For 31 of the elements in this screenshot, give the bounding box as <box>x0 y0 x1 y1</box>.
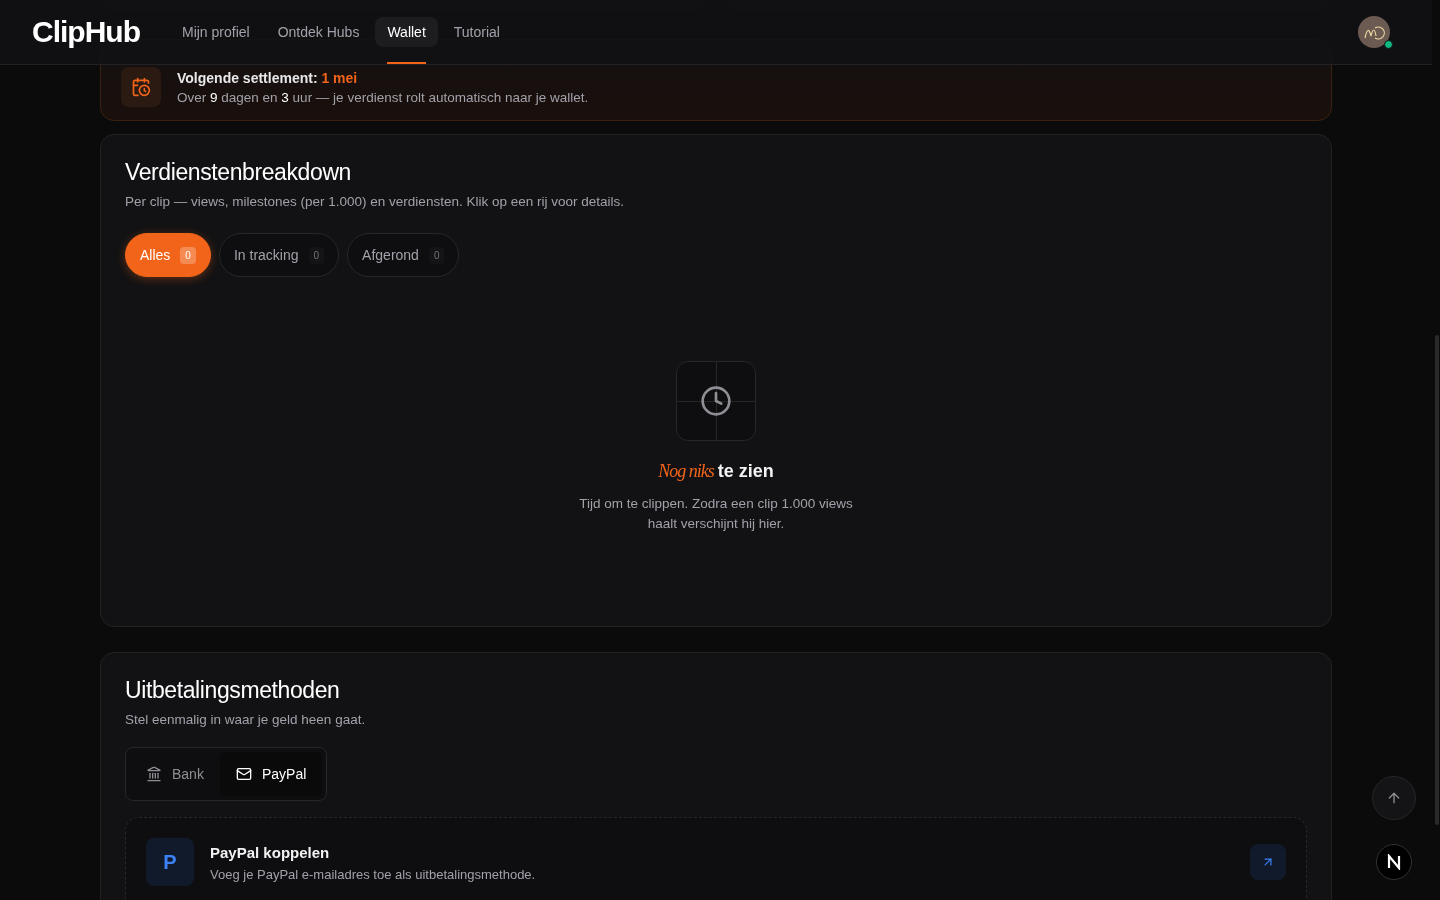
method-tab[interactable]: PayPal <box>219 752 323 796</box>
nav-tab[interactable]: Mijn profiel <box>170 17 262 47</box>
scroll-top-button[interactable] <box>1372 776 1416 820</box>
logo[interactable]: ClipHub <box>32 15 140 49</box>
filter-pill[interactable]: In tracking 0 <box>218 233 340 277</box>
calendar-clock-icon <box>121 67 161 107</box>
n-logo-icon <box>1386 854 1402 870</box>
empty-text: Tijd om te clippen. Zodra een clip 1.000 views haalt verschijnt hij hier. <box>578 495 854 533</box>
open-button[interactable] <box>1250 844 1286 880</box>
settlement-text: Over 9 dagen en 3 uur — je verdienst rolt automatisch naar je wallet. <box>177 89 589 105</box>
dev-tools-button[interactable] <box>1376 844 1412 880</box>
nav-tab[interactable]: Wallet <box>375 17 438 47</box>
empty-title: Nog niks te zien <box>658 461 774 482</box>
scrollbar-thumb[interactable] <box>1435 335 1439 825</box>
nav-tab[interactable]: Tutorial <box>441 17 512 47</box>
section-subtitle: Per clip — views, milestones (per 1.000) en verdiensten. Klik op een rij voor details. <box>125 194 625 209</box>
settlement-title: Volgende settlement: 1 mei <box>177 69 359 86</box>
clock-icon <box>676 361 756 441</box>
paypal-badge: P <box>146 838 194 886</box>
avatar-icon[interactable] <box>1358 16 1390 48</box>
connect-title: PayPal koppelen <box>210 844 331 861</box>
section-title: Verdienstenbreakdown <box>125 159 352 186</box>
filter-pill[interactable]: Afgerond 0 <box>347 233 460 277</box>
bank-icon <box>146 766 162 782</box>
method-tab[interactable]: Bank <box>130 752 220 796</box>
nav-tab[interactable]: Ontdek Hubs <box>265 17 372 47</box>
mail-icon <box>235 766 252 782</box>
section-title: Uitbetalingsmethoden <box>125 677 341 704</box>
active-tab-underline <box>387 62 426 64</box>
section-subtitle: Stel eenmalig in waar je geld heen gaat. <box>125 712 367 727</box>
connect-text: Voeg je PayPal e-mailadres toe als uitbetalingsmethode. <box>210 867 536 882</box>
